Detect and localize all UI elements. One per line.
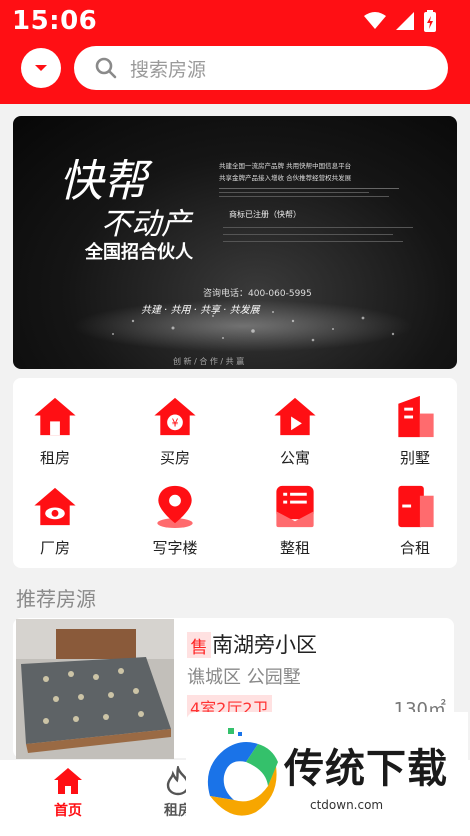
category-villa[interactable]: 别墅 bbox=[365, 378, 465, 468]
watermark: 传统下载 ctdown.com bbox=[186, 712, 468, 836]
category-buy[interactable]: ¥ 买房 bbox=[125, 378, 225, 468]
header-row: 搜索房源 bbox=[0, 46, 470, 92]
category-label: 写字楼 bbox=[152, 539, 198, 557]
section-title: 推荐房源 bbox=[16, 587, 96, 611]
chevron-down-icon bbox=[35, 65, 47, 71]
search-icon bbox=[95, 57, 117, 79]
banner-title-2: 不动产 bbox=[101, 207, 194, 242]
category-label: 别墅 bbox=[399, 449, 430, 467]
wifi-icon bbox=[364, 12, 386, 29]
nav-home[interactable]: 首页 bbox=[28, 766, 108, 820]
status-bar: 15:06 bbox=[12, 4, 462, 38]
category-whole-rent[interactable]: 整租 bbox=[245, 468, 345, 558]
building-icon bbox=[398, 395, 434, 438]
listing-title: 南湖旁小区 bbox=[212, 633, 317, 657]
category-label: 公寓 bbox=[279, 449, 310, 467]
category-factory[interactable]: 厂房 bbox=[5, 468, 105, 558]
app-header: 15:06 搜索房源 bbox=[0, 0, 470, 104]
category-shared-rent[interactable]: 合租 bbox=[365, 468, 465, 558]
nav-home-label: 首页 bbox=[54, 803, 82, 819]
listing-photo bbox=[16, 619, 174, 759]
location-dropdown-button[interactable] bbox=[21, 48, 61, 88]
sale-badge: 售 bbox=[187, 632, 211, 658]
search-input[interactable]: 搜索房源 bbox=[74, 46, 448, 90]
watermark-url: ctdown.com bbox=[310, 798, 384, 812]
watermark-text: 传统下载 bbox=[284, 746, 448, 792]
home-icon bbox=[54, 768, 82, 794]
category-label: 租房 bbox=[39, 449, 70, 467]
banner-right-1: 共建全国一流房产品牌 共用快帮中国信息平台 bbox=[219, 161, 351, 170]
house-yen-icon: ¥ bbox=[154, 397, 196, 436]
signal-icon bbox=[396, 12, 414, 30]
banner-trademark: 商标已注册（快帮） bbox=[229, 209, 301, 219]
banner-right-2: 共享金牌产品接入增收 合伙推荐经营权共发展 bbox=[219, 173, 352, 182]
house-eye-icon bbox=[34, 487, 76, 526]
house-icon bbox=[34, 397, 76, 436]
banner-slogan: 共建 · 共用 · 共享 · 共发展 bbox=[141, 304, 261, 316]
category-label: 厂房 bbox=[39, 539, 70, 557]
category-office[interactable]: 写字楼 bbox=[125, 468, 225, 558]
status-icons bbox=[364, 10, 436, 32]
svg-text:¥: ¥ bbox=[172, 416, 179, 429]
category-grid: 租房 ¥ 买房 公寓 别墅 厂房 写字楼 整租 合租 bbox=[13, 378, 457, 568]
door-icon bbox=[398, 485, 434, 528]
category-rent[interactable]: 租房 bbox=[5, 378, 105, 468]
listing-location: 谯城区 公园墅 bbox=[187, 667, 301, 688]
watermark-logo bbox=[207, 728, 278, 816]
banner-subtitle: 全国招合伙人 bbox=[84, 241, 194, 263]
list-card-icon bbox=[276, 485, 314, 528]
promo-banner[interactable]: 快帮 不动产 全国招合伙人 共建全国一流房产品牌 共用快帮中国信息平台 共享金牌… bbox=[13, 116, 457, 369]
location-pin-icon bbox=[157, 485, 193, 529]
banner-phone: 咨询电话：400-060-5995 bbox=[203, 287, 312, 299]
category-label: 买房 bbox=[159, 449, 190, 467]
category-label: 合租 bbox=[399, 539, 430, 557]
category-label: 整租 bbox=[279, 539, 310, 557]
battery-icon bbox=[424, 10, 436, 32]
banner-title-1: 快帮 bbox=[59, 156, 153, 207]
status-time: 15:06 bbox=[12, 6, 98, 36]
house-play-icon bbox=[274, 397, 316, 436]
banner-footer: 创 新 / 合 作 / 共 赢 bbox=[173, 356, 244, 366]
search-placeholder: 搜索房源 bbox=[130, 58, 207, 81]
category-apartment[interactable]: 公寓 bbox=[245, 378, 345, 468]
banner-art: 快帮 不动产 全国招合伙人 共建全国一流房产品牌 共用快帮中国信息平台 共享金牌… bbox=[59, 156, 413, 366]
